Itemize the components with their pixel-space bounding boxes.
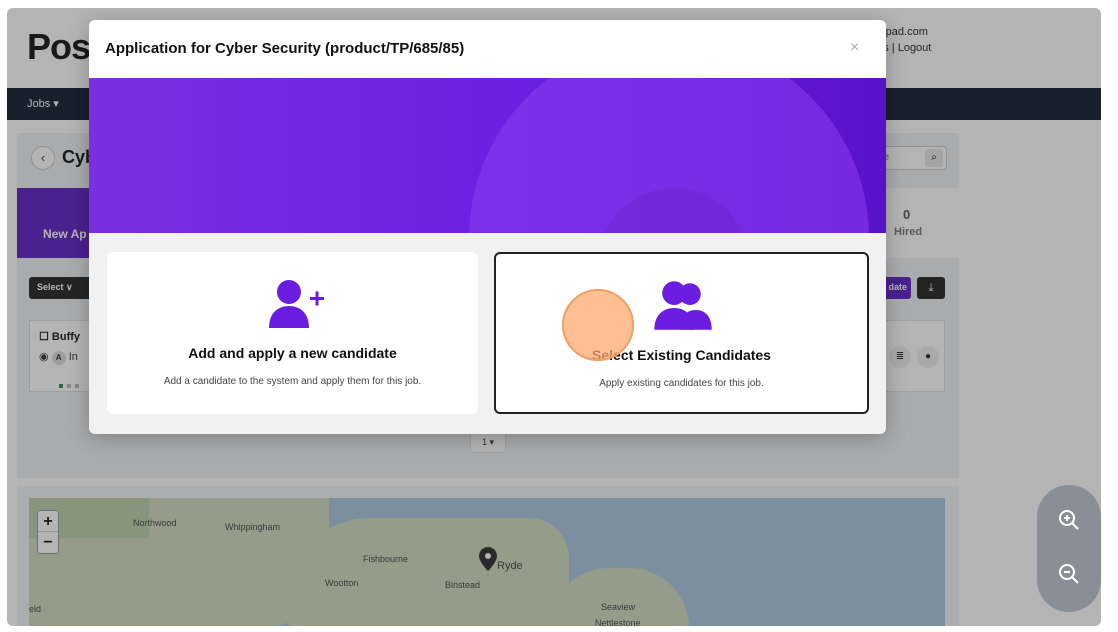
option-title: Add and apply a new candidate xyxy=(188,345,397,361)
zoom-in-icon[interactable] xyxy=(1057,508,1081,532)
option-description: Add a candidate to the system and apply … xyxy=(163,376,422,387)
close-icon[interactable]: × xyxy=(850,39,859,57)
users-icon xyxy=(654,281,712,330)
application-modal: Application for Cyber Security (product/… xyxy=(89,20,886,434)
zoom-out-icon[interactable] xyxy=(1057,562,1081,586)
browser-frame: Posi ibepad.com ngs | Logout Jobs ▾ ‹ Cy… xyxy=(7,8,1101,626)
viewer-zoom-controls xyxy=(1037,485,1101,612)
modal-header: Application for Cyber Security (product/… xyxy=(89,20,886,78)
select-existing-candidates-option[interactable]: Select Existing Candidates Apply existin… xyxy=(494,252,869,414)
add-new-candidate-option[interactable]: Add and apply a new candidate Add a cand… xyxy=(107,252,478,414)
option-title: Select Existing Candidates xyxy=(592,347,771,363)
modal-hero-banner xyxy=(89,78,886,233)
option-description: Apply existing candidates for this job. xyxy=(599,378,764,389)
click-indicator xyxy=(562,289,634,361)
modal-title: Application for Cyber Security (product/… xyxy=(105,40,465,57)
user-plus-icon xyxy=(269,280,324,328)
